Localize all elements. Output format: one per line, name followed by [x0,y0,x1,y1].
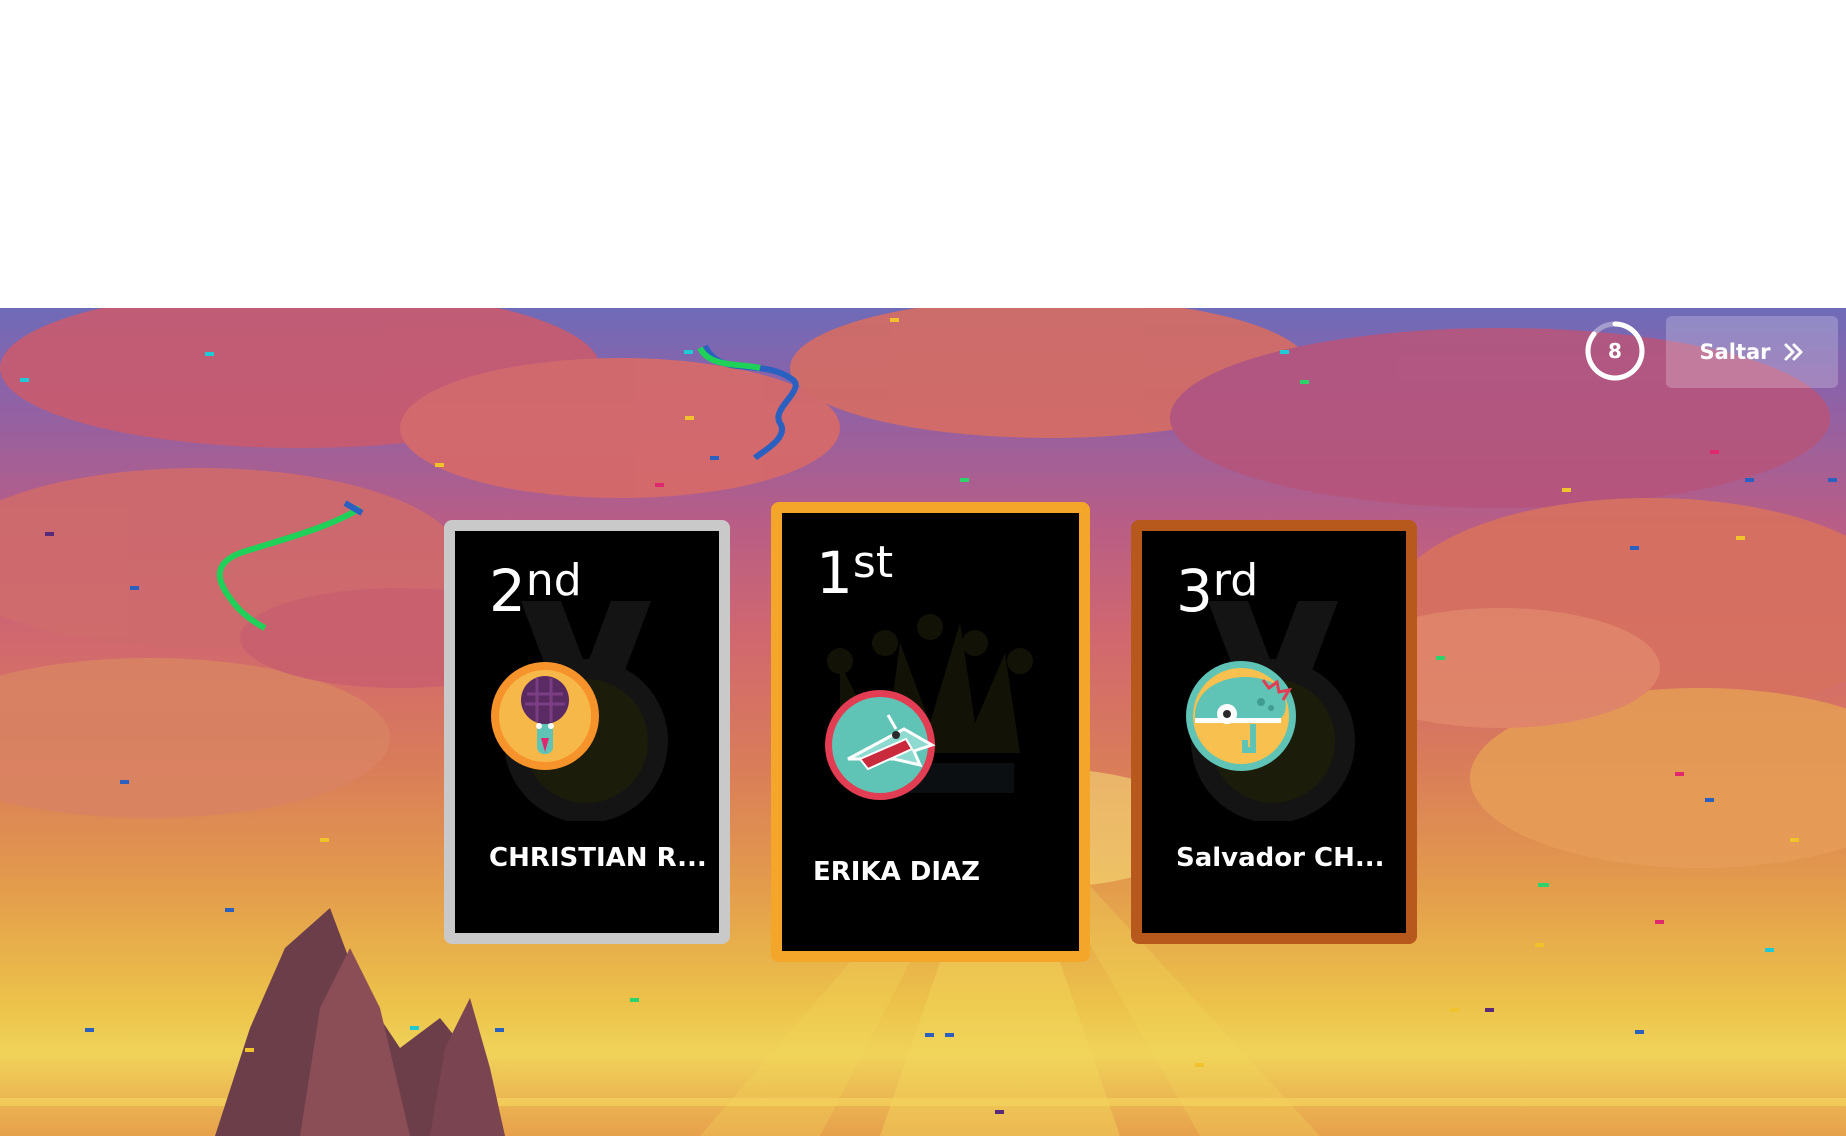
chameleon-avatar-icon [1186,661,1296,771]
timer-value: 8 [1608,339,1622,363]
podium-card-first: 1st ERIKA DIAZ [771,502,1090,962]
shark-avatar-icon [825,690,936,800]
skip-button[interactable]: Saltar [1666,316,1838,388]
rank-number: 1 [816,539,853,607]
countdown-timer: 8 [1584,320,1646,382]
microphone-avatar-icon [491,662,599,770]
player-name: CHRISTIAN R... [489,843,707,873]
player-name: Salvador CH... [1176,843,1385,873]
skip-button-label: Saltar [1699,340,1771,364]
rank-suffix: st [852,537,894,588]
player-name: ERIKA DIAZ [813,857,981,887]
double-chevron-right-icon [1784,343,1803,361]
podium-card-third: 3rd Salvador CH... [1131,520,1417,944]
rank-label: 1st [816,537,894,607]
podium-card-second: 2nd CHRISTIAN R... [444,520,730,944]
